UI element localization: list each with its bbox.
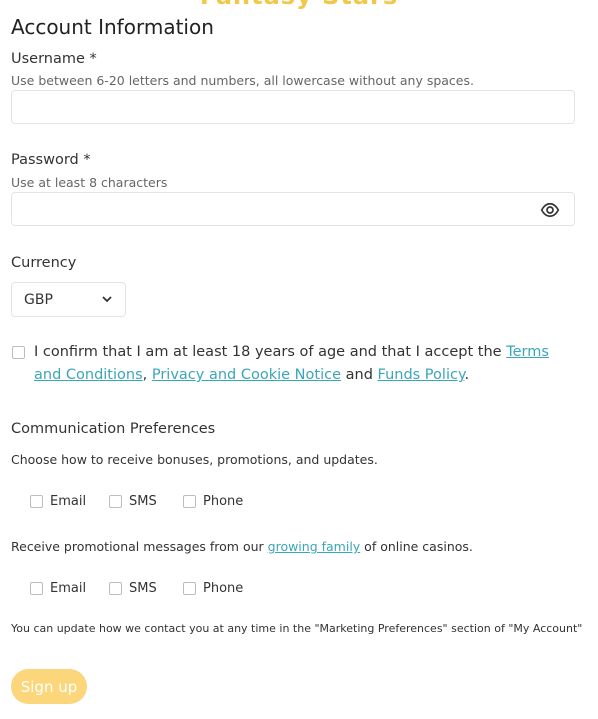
terms-agreement: I confirm that I am at least 18 years of… [12,341,572,387]
eye-icon[interactable] [540,200,560,220]
family-sms-checkbox[interactable] [109,582,122,595]
terms-text: I confirm that I am at least 18 years of… [12,341,572,387]
currency-select[interactable]: GBP [11,282,126,317]
email-checkbox[interactable] [30,495,43,508]
password-hint: Use at least 8 characters [11,175,168,190]
communication-heading: Communication Preferences [11,421,216,437]
sms-checkbox[interactable] [109,495,122,508]
username-input[interactable] [11,90,575,124]
terms-separator: , [142,367,152,383]
family-sms-label: SMS [129,581,157,596]
email-option-label: Email [50,494,87,509]
password-label: Password * [11,152,91,168]
family-phone-label: Phone [203,581,244,596]
username-label: Username * [11,51,97,67]
privacy-link[interactable]: Privacy and Cookie Notice [152,367,341,383]
family-email-label: Email [50,581,87,596]
section-title: Account Information [11,15,214,39]
contact-update-note: You can update how we contact you at any… [11,622,583,635]
family-text-prefix: Receive promotional messages from our [11,539,268,554]
terms-checkbox[interactable] [12,346,25,359]
phone-checkbox[interactable] [183,495,196,508]
sign-up-button[interactable]: Sign up [11,669,87,704]
family-email-option[interactable]: Email [30,581,86,596]
terms-text-prefix: I confirm that I am at least 18 years of… [34,344,507,360]
terms-conjunction: and [341,367,378,383]
family-email-checkbox[interactable] [30,582,43,595]
sms-option-label: SMS [129,494,157,509]
funds-policy-link[interactable]: Funds Policy [378,367,465,383]
family-text-suffix: of online casinos. [360,539,473,554]
currency-label: Currency [11,255,77,271]
username-hint: Use between 6-20 letters and numbers, al… [11,73,474,88]
currency-value: GBP [24,292,53,308]
email-option[interactable]: Email [30,494,86,509]
growing-family-link[interactable]: growing family [268,539,361,554]
password-input[interactable] [11,192,575,226]
phone-option-label: Phone [203,494,244,509]
family-phone-checkbox[interactable] [183,582,196,595]
site-logo-text: Fantasy Stars [0,0,598,10]
family-sms-option[interactable]: SMS [109,581,157,596]
phone-option[interactable]: Phone [183,494,243,509]
communication-description: Choose how to receive bonuses, promotion… [11,452,378,467]
family-phone-option[interactable]: Phone [183,581,243,596]
terms-period: . [464,367,470,383]
family-promotions-description: Receive promotional messages from our gr… [11,539,473,554]
chevron-down-icon [102,296,112,303]
sms-option[interactable]: SMS [109,494,157,509]
